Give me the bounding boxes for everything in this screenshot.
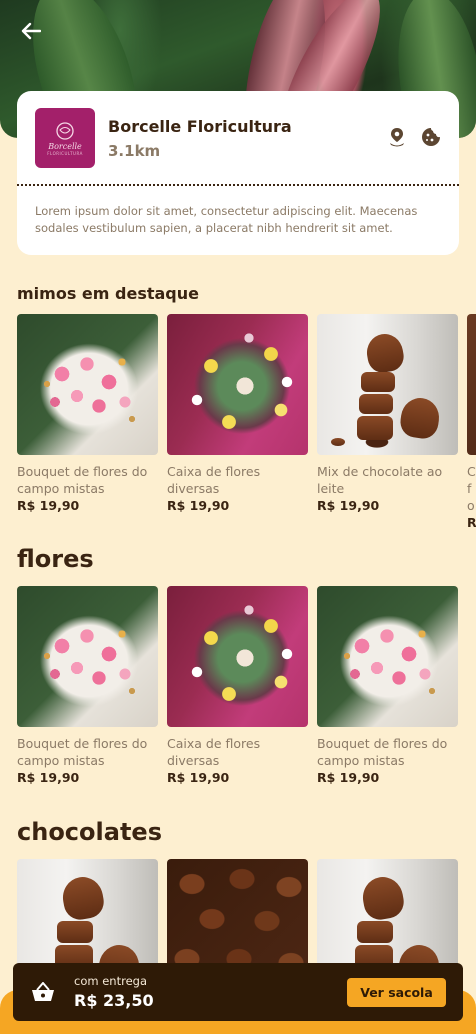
cart-bar[interactable]: com entrega R$ 23,50 Ver sacola xyxy=(13,963,463,1021)
view-bag-button[interactable]: Ver sacola xyxy=(347,978,446,1007)
product-name: C fo xyxy=(467,464,476,513)
back-arrow-icon xyxy=(21,22,41,40)
section-title-featured: mimos em destaque xyxy=(17,284,199,303)
product-price: R$ 19,90 xyxy=(17,498,80,513)
product-card[interactable]: Caixa de flores diversas R$ 19,90 xyxy=(167,314,308,531)
cart-delivery-label: com entrega xyxy=(74,974,147,988)
product-price: R$ 19,90 xyxy=(317,498,380,513)
location-button[interactable] xyxy=(387,127,407,147)
product-price: R$ xyxy=(467,515,476,530)
product-name: Mix de chocolate ao leite xyxy=(317,464,443,496)
product-image xyxy=(317,586,458,727)
store-description: Lorem ipsum dolor sit amet, consectetur … xyxy=(35,204,418,235)
section-title-flowers: flores xyxy=(17,545,94,573)
cookie-button[interactable] xyxy=(421,127,441,147)
store-card: Borcelle FLORICULTURA Borcelle Floricult… xyxy=(17,91,459,255)
product-image xyxy=(17,586,158,727)
product-price: R$ 19,90 xyxy=(17,770,80,785)
cart-total: R$ 23,50 xyxy=(74,991,154,1010)
product-image xyxy=(467,314,476,455)
product-image xyxy=(167,314,308,455)
product-card[interactable]: Bouquet de flores do campo mistas R$ 19,… xyxy=(17,586,158,786)
product-card[interactable]: Mix de chocolate ao leite R$ 19,90 xyxy=(317,314,458,531)
store-logo: Borcelle FLORICULTURA xyxy=(35,108,95,168)
location-pin-icon xyxy=(390,128,404,147)
back-button[interactable] xyxy=(16,16,46,46)
product-card[interactable]: Bouquet de flores do campo mistas R$ 19,… xyxy=(17,314,158,531)
featured-row: Bouquet de flores do campo mistas R$ 19,… xyxy=(17,314,476,531)
cookie-icon xyxy=(422,128,440,146)
section-title-chocolates: chocolates xyxy=(17,818,162,846)
product-image xyxy=(167,586,308,727)
product-price: R$ 19,90 xyxy=(167,498,230,513)
divider xyxy=(17,184,459,186)
product-card[interactable]: Caixa de flores diversas R$ 19,90 xyxy=(167,586,308,786)
product-card[interactable]: C fo R$ xyxy=(467,314,476,531)
product-name: Bouquet de flores do campo mistas xyxy=(317,736,448,768)
product-price: R$ 19,90 xyxy=(167,770,230,785)
flowers-row: Bouquet de flores do campo mistas R$ 19,… xyxy=(17,586,458,786)
store-name: Borcelle Floricultura xyxy=(108,117,292,136)
product-name: Bouquet de flores do campo mistas xyxy=(17,736,148,768)
product-price: R$ 19,90 xyxy=(317,770,380,785)
product-name: Caixa de flores diversas xyxy=(167,736,261,768)
product-name: Caixa de flores diversas xyxy=(167,464,261,496)
product-image xyxy=(317,314,458,455)
store-distance: 3.1km xyxy=(108,142,161,160)
basket-icon xyxy=(32,982,54,1001)
product-name: Bouquet de flores do campo mistas xyxy=(17,464,148,496)
product-image xyxy=(17,314,158,455)
product-card[interactable]: Bouquet de flores do campo mistas R$ 19,… xyxy=(317,586,458,786)
